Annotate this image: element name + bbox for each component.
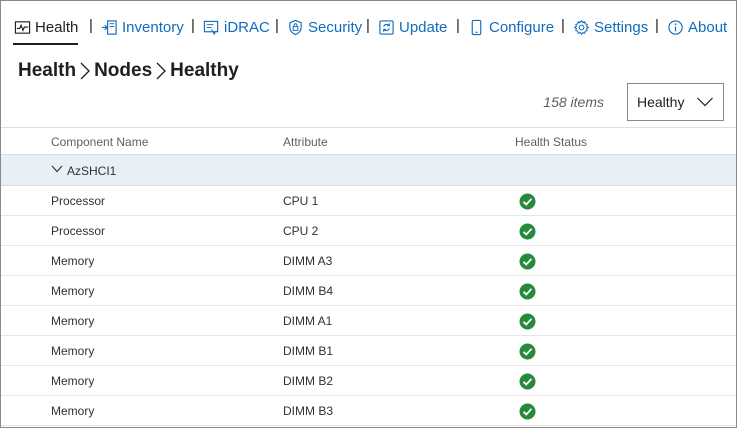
tab-separator: | <box>561 17 565 34</box>
chevron-right-icon <box>153 60 169 82</box>
chevron-down-icon <box>696 96 714 108</box>
breadcrumb-health[interactable]: Health <box>18 60 76 82</box>
tab-separator: | <box>456 17 460 34</box>
breadcrumb: Health Nodes Healthy <box>18 58 239 84</box>
cell-component: Memory <box>51 374 95 388</box>
tab-separator: | <box>89 17 93 34</box>
healthy-check-icon <box>519 283 536 300</box>
table-row[interactable]: Memory DIMM A1 <box>1 306 736 336</box>
tab-security-label: Security <box>308 18 363 36</box>
cell-component: Memory <box>51 284 95 298</box>
cell-attribute: DIMM A3 <box>283 254 333 268</box>
table-row[interactable]: Memory DIMM B3 <box>1 396 736 426</box>
table-row[interactable]: Memory DIMM B4 <box>1 276 736 306</box>
cell-component: Memory <box>51 404 95 418</box>
tab-bar: Health | Inventory | iDRAC | Security | <box>1 1 736 45</box>
tab-health-label: Health <box>35 18 79 36</box>
tab-inventory[interactable]: Inventory <box>100 15 184 39</box>
tab-idrac-label: iDRAC <box>224 18 270 36</box>
phone-configure-icon <box>467 18 485 36</box>
cell-attribute: DIMM A1 <box>283 314 333 328</box>
cell-component: Memory <box>51 314 95 328</box>
tab-inventory-label: Inventory <box>122 18 184 36</box>
table-row[interactable]: Memory DIMM A3 <box>1 246 736 276</box>
status-filter-value: Healthy <box>637 94 685 110</box>
info-icon <box>666 18 684 36</box>
tab-update-label: Update <box>399 18 448 36</box>
cell-component: Memory <box>51 344 95 358</box>
table-row[interactable]: Memory DIMM B2 <box>1 366 736 396</box>
tab-idrac[interactable]: iDRAC <box>202 15 270 39</box>
tab-about[interactable]: About <box>666 15 727 39</box>
tab-settings[interactable]: Settings <box>572 15 648 39</box>
chevron-down-icon <box>51 165 63 173</box>
item-count: 158 items <box>543 94 604 110</box>
gear-icon <box>572 18 590 36</box>
tab-separator: | <box>655 17 659 34</box>
cell-attribute: CPU 2 <box>283 224 319 238</box>
cell-component: Memory <box>51 254 95 268</box>
cell-attribute: CPU 1 <box>283 194 319 208</box>
group-row-azshci1[interactable]: AzSHCI1 <box>1 155 736 186</box>
cell-attribute: DIMM B2 <box>283 374 334 388</box>
column-header-attribute[interactable]: Attribute <box>283 135 328 149</box>
group-label: AzSHCI1 <box>67 164 117 178</box>
cell-attribute: DIMM B1 <box>283 344 334 358</box>
app-window: Health | Inventory | iDRAC | Security | <box>0 0 737 428</box>
table-row[interactable]: Processor CPU 2 <box>1 216 736 246</box>
healthy-check-icon <box>519 373 536 390</box>
table-row[interactable]: Processor CPU 1 <box>1 186 736 216</box>
inventory-icon <box>100 18 118 36</box>
healthy-check-icon <box>519 253 536 270</box>
chevron-right-icon <box>77 60 93 82</box>
tab-configure[interactable]: Configure <box>467 15 554 39</box>
healthy-check-icon <box>519 343 536 360</box>
tab-separator: | <box>275 17 279 34</box>
cell-attribute: DIMM B3 <box>283 404 334 418</box>
cell-attribute: DIMM B4 <box>283 284 334 298</box>
cell-component: Processor <box>51 194 106 208</box>
healthy-check-icon <box>519 403 536 420</box>
healthy-check-icon <box>519 313 536 330</box>
tab-health[interactable]: Health <box>13 15 79 45</box>
column-header-health-status[interactable]: Health Status <box>515 135 587 149</box>
tab-configure-label: Configure <box>489 18 555 36</box>
tab-update[interactable]: Update <box>377 15 447 39</box>
tab-settings-label: Settings <box>594 18 649 36</box>
healthy-check-icon <box>519 223 536 240</box>
health-table: Component Name Attribute Health Status A… <box>1 127 736 426</box>
status-filter-dropdown[interactable]: Healthy <box>627 83 724 121</box>
breadcrumb-nodes[interactable]: Nodes <box>94 60 152 82</box>
shield-icon <box>286 18 304 36</box>
tab-security[interactable]: Security <box>286 15 362 39</box>
table-row[interactable]: Memory DIMM B1 <box>1 336 736 366</box>
idrac-icon <box>202 18 220 36</box>
update-icon <box>377 18 395 36</box>
table-header: Component Name Attribute Health Status <box>1 127 736 155</box>
tab-separator: | <box>191 17 195 34</box>
health-monitor-icon <box>13 18 31 36</box>
tab-about-label: About <box>688 18 728 36</box>
cell-component: Processor <box>51 224 106 238</box>
breadcrumb-healthy: Healthy <box>170 60 239 81</box>
healthy-check-icon <box>519 193 536 210</box>
column-header-component[interactable]: Component Name <box>51 135 148 149</box>
tab-separator: | <box>366 17 370 34</box>
